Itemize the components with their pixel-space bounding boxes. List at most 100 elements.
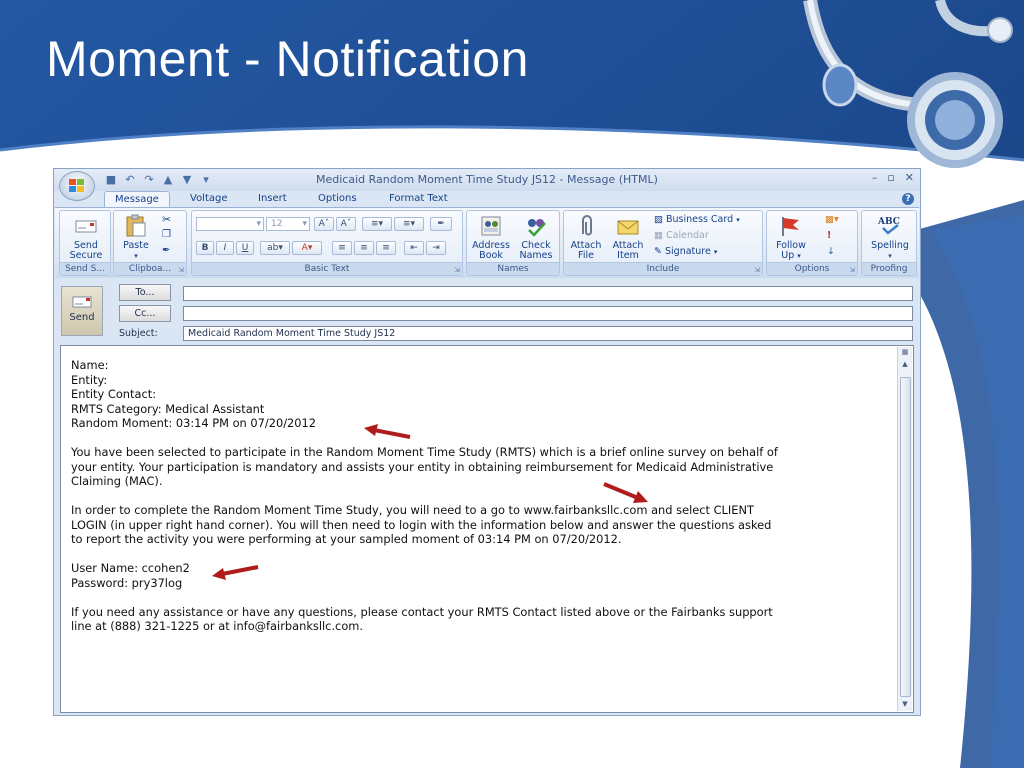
save-icon[interactable]: ■ [104,173,118,187]
customize-toolbar-icon[interactable]: ▾ [199,173,213,187]
copy-icon[interactable]: ❐ [162,228,171,242]
decrease-indent-button[interactable]: ⇤ [404,241,424,255]
bold-button[interactable]: B [196,241,214,255]
basic-text-launcher-icon[interactable]: ⇲ [454,266,460,274]
attach-item-button[interactable]: Attach Item [608,214,648,261]
minimize-icon[interactable]: – [872,171,878,184]
clear-formatting-button[interactable]: ✒ [430,217,452,231]
font-color-button[interactable]: A▾ [292,241,322,255]
body-name-line: Name: [71,358,109,372]
shrink-font-button[interactable]: Aˇ [336,217,356,231]
format-painter-icon[interactable]: ✒ [162,244,170,258]
up-arrow-icon[interactable]: ▲ [161,173,175,187]
signature-dropdown-icon: ▾ [713,248,718,256]
font-name-combo[interactable]: ▾ [196,217,264,231]
group-names: Address Book Check Names Names [466,210,560,276]
send-secure-label-2: Secure [69,250,103,261]
align-center-button[interactable]: ≡ [354,241,374,255]
font-size-combo[interactable]: 12 ▾ [266,217,310,231]
business-card-button[interactable]: ▧ Business Card ▾ [654,213,740,227]
down-arrow-icon[interactable]: ▼ [180,173,194,187]
highlight-button[interactable]: ab▾ [260,241,290,255]
annotation-arrow-website [603,482,648,503]
scroll-down-icon[interactable]: ▼ [899,699,911,709]
options-launcher-icon[interactable]: ⇲ [849,266,855,274]
to-button[interactable]: To... [119,284,171,301]
ruler-toggle-icon[interactable]: ▦ [899,347,911,357]
window-controls: – ▫ ✕ [872,171,914,184]
slide-title: Moment - Notification [46,31,529,87]
tab-format-text[interactable]: Format Text [389,191,448,207]
group-basic-text: ▾ 12 ▾ Aˆ Aˇ ≡▾ ≡▾ ✒ B I U ab▾ A▾ ≡ ≡ ≡ ⇤… [191,210,463,276]
spelling-label: Spelling [871,240,909,251]
send-button[interactable]: Send [61,286,103,336]
title-bar: ■ ↶ ↷ ▲ ▼ ▾ Medicaid Random Moment Time … [54,169,920,191]
body-paragraph-3-line-2: line at (888) 321-1225 or at info@fairba… [71,619,364,633]
follow-up-button[interactable]: Follow Up ▾ [769,214,813,261]
message-body[interactable]: Name: Entity: Entity Contact: RMTS Categ… [60,345,914,713]
group-label-names: Names [467,262,559,275]
send-label: Send [69,312,95,323]
office-button[interactable] [59,171,95,201]
attach-file-button[interactable]: Attach File [566,214,606,261]
numbering-button[interactable]: ≡▾ [394,217,424,231]
calendar-button[interactable]: ▦ Calendar [654,229,709,243]
spelling-button[interactable]: ABC Spelling ▾ [864,214,916,261]
bullets-button[interactable]: ≡▾ [362,217,392,231]
body-entity-line: Entity: [71,372,108,387]
scroll-up-icon[interactable]: ▲ [899,359,911,369]
undo-icon[interactable]: ↶ [123,173,137,187]
tab-voltage[interactable]: Voltage [190,191,228,207]
categorize-icon[interactable]: ▩▾ [825,213,839,227]
body-random-moment-line: Random Moment: 03:14 PM on 07/20/2012 [71,416,317,430]
message-window: ■ ↶ ↷ ▲ ▼ ▾ Medicaid Random Moment Time … [53,168,921,716]
tab-options[interactable]: Options [318,191,357,207]
body-paragraph-2-line-3: to report the activity you were performi… [71,532,622,546]
address-book-icon [481,216,501,236]
address-book-button[interactable]: Address Book [469,214,513,261]
check-names-icon [528,219,546,237]
paste-label: Paste [123,240,149,251]
attach-file-label-2: File [578,250,594,261]
tab-message[interactable]: Message [104,191,170,208]
check-names-button[interactable]: Check Names [515,214,557,261]
body-paragraph-2-line-1: In order to complete the Random Moment T… [71,503,754,517]
follow-up-dropdown-icon: ▾ [797,252,801,260]
italic-button[interactable]: I [216,241,234,255]
maximize-icon[interactable]: ▫ [887,171,894,184]
close-icon[interactable]: ✕ [905,171,914,184]
signature-button[interactable]: ✎ Signature ▾ [654,245,717,259]
body-password-line: Password: pry37log [71,575,183,590]
cut-icon[interactable]: ✂ [162,213,171,227]
send-secure-button[interactable]: Send Secure [64,214,108,261]
grow-font-button[interactable]: Aˆ [314,217,334,231]
paste-button[interactable]: Paste ▾ [118,214,154,261]
tab-insert[interactable]: Insert [258,191,287,207]
underline-button[interactable]: U [236,241,254,255]
align-left-button[interactable]: ≡ [332,241,352,255]
paste-dropdown-icon: ▾ [134,252,138,260]
clipboard-launcher-icon[interactable]: ⇲ [178,266,184,274]
redo-icon[interactable]: ↷ [142,173,156,187]
scrollbar-thumb[interactable] [900,377,911,697]
page-number: 31 [850,734,868,751]
office-logo-icon [69,179,84,192]
cc-button[interactable]: Cc... [119,305,171,322]
business-card-dropdown-icon: ▾ [736,216,740,224]
clipboard-label-text: Clipboa... [128,264,172,274]
ribbon-tabs: Message Voltage Insert Options Format Te… [54,191,920,208]
business-card-icon: ▧ [654,214,663,225]
calendar-label: Calendar [666,230,709,241]
include-launcher-icon[interactable]: ⇲ [754,266,760,274]
align-right-button[interactable]: ≡ [376,241,396,255]
high-importance-icon[interactable]: ! [827,229,831,243]
to-field[interactable] [183,286,913,301]
vertical-scrollbar[interactable]: ▦ ▲ ▼ [897,347,912,711]
low-importance-icon[interactable]: ↓ [827,245,835,259]
help-icon[interactable]: ? [902,193,914,205]
cc-field[interactable] [183,306,913,321]
increase-indent-button[interactable]: ⇥ [426,241,446,255]
group-label-basic-text: Basic Text [192,262,462,275]
font-size-arrow: ▾ [302,219,307,229]
subject-field[interactable]: Medicaid Random Moment Time Study JS12 [183,326,913,341]
